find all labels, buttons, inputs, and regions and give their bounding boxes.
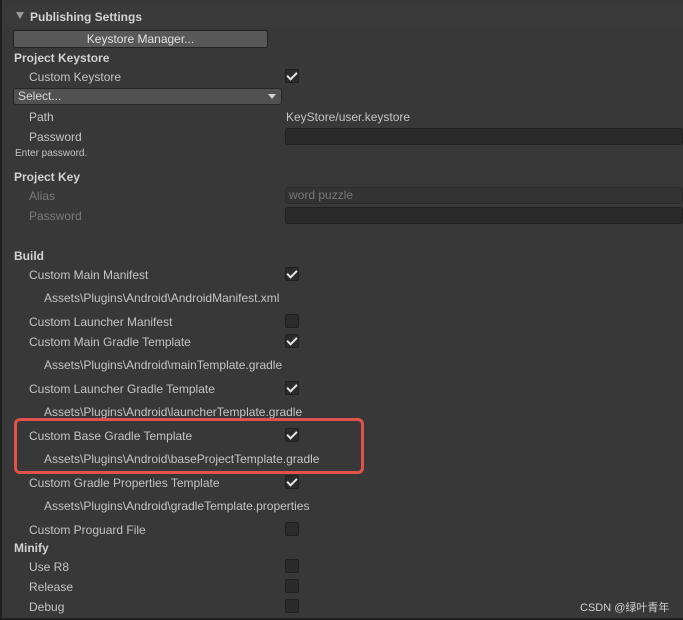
build-heading: Build [14, 249, 44, 263]
checkmark-icon [286, 381, 298, 393]
checkmark-icon [286, 69, 298, 81]
main-manifest-path: Assets\Plugins\Android\AndroidManifest.x… [44, 291, 280, 305]
launcher-gradle-path: Assets\Plugins\Android\launcherTemplate.… [44, 405, 303, 419]
minify-release-label: Release [29, 580, 74, 594]
custom-launcher-gradle-label: Custom Launcher Gradle Template [29, 382, 215, 396]
checkmark-icon [286, 334, 298, 346]
custom-proguard-label: Custom Proguard File [29, 523, 146, 537]
custom-main-gradle-label: Custom Main Gradle Template [29, 335, 191, 349]
publishing-settings-title: Publishing Settings [30, 10, 143, 24]
custom-proguard-checkbox[interactable] [285, 522, 299, 536]
custom-main-gradle-checkbox[interactable] [285, 334, 299, 348]
path-label: Path [29, 110, 54, 124]
custom-gradle-properties-label: Custom Gradle Properties Template [29, 476, 220, 490]
keystore-password-field[interactable] [285, 128, 683, 145]
csdn-watermark: CSDN @绿叶青年 [580, 602, 670, 614]
use-r8-label: Use R8 [29, 560, 70, 574]
keystore-select-value: Select... [18, 89, 62, 103]
keystore-select-dropdown[interactable]: Select... [13, 88, 282, 105]
password-hint: Enter password. [15, 148, 88, 159]
keystore-password-label: Password [29, 130, 82, 144]
main-gradle-path: Assets\Plugins\Android\mainTemplate.grad… [44, 358, 283, 372]
custom-keystore-checkbox[interactable] [285, 69, 299, 83]
gradle-properties-path: Assets\Plugins\Android\gradleTemplate.pr… [44, 499, 310, 513]
minify-debug-checkbox[interactable] [285, 599, 299, 613]
key-password-field[interactable] [285, 207, 683, 224]
custom-launcher-manifest-label: Custom Launcher Manifest [29, 315, 173, 329]
keystore-path-value: KeyStore/user.keystore [286, 110, 411, 124]
minify-debug-label: Debug [29, 600, 65, 614]
minify-heading: Minify [14, 541, 49, 555]
custom-launcher-manifest-checkbox[interactable] [285, 314, 299, 328]
use-r8-checkbox[interactable] [285, 559, 299, 573]
custom-main-manifest-label: Custom Main Manifest [29, 268, 149, 282]
checkmark-icon [286, 267, 298, 279]
alias-dropdown[interactable]: word puzzle [285, 187, 683, 204]
minify-release-checkbox[interactable] [285, 579, 299, 593]
custom-main-manifest-checkbox[interactable] [285, 267, 299, 281]
project-keystore-heading: Project Keystore [14, 51, 110, 65]
foldout-expanded-icon[interactable] [16, 12, 24, 19]
key-password-label: Password [29, 209, 82, 223]
alias-label: Alias [29, 189, 56, 203]
project-key-heading: Project Key [14, 170, 81, 184]
alias-value: word puzzle [289, 188, 354, 202]
checkmark-icon [286, 475, 298, 487]
window-left-border [0, 0, 2, 620]
highlight-annotation-box [14, 418, 364, 474]
custom-keystore-label: Custom Keystore [29, 70, 122, 84]
custom-gradle-properties-checkbox[interactable] [285, 475, 299, 489]
chevron-down-icon [268, 94, 276, 99]
keystore-manager-button[interactable]: Keystore Manager... [13, 30, 268, 48]
custom-launcher-gradle-checkbox[interactable] [285, 381, 299, 395]
